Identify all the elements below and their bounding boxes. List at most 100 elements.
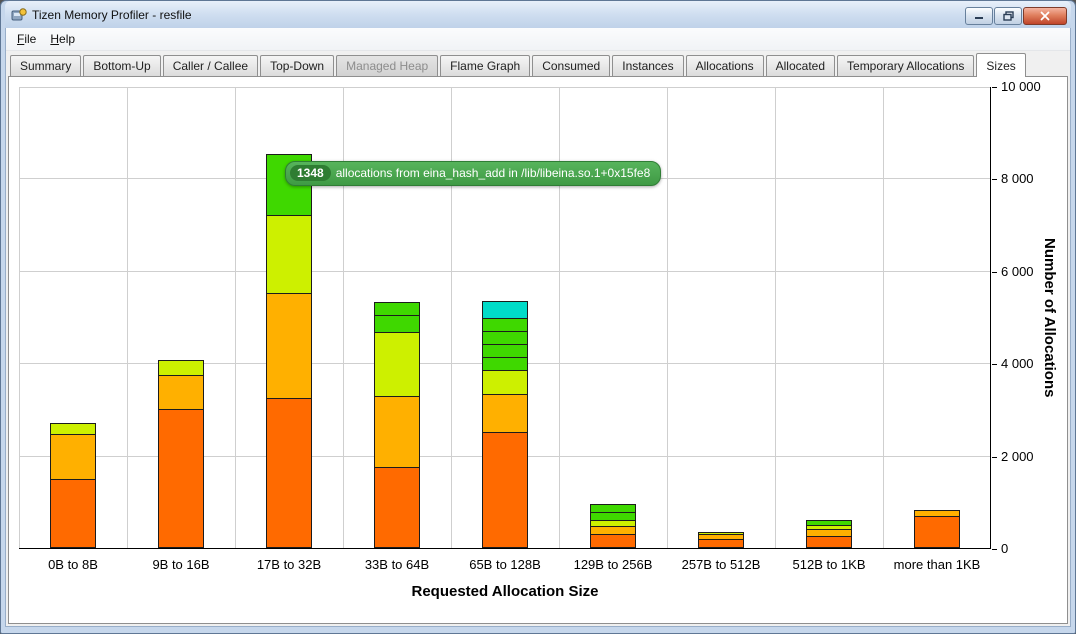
maximize-icon: [1003, 11, 1014, 21]
chart-tooltip: 1348 allocations from eina_hash_add in /…: [285, 161, 661, 186]
bar-segment-orange[interactable]: [50, 479, 96, 548]
bar-segment-yellow_green[interactable]: [266, 215, 312, 294]
y-tick-label: 10 000: [1001, 79, 1041, 94]
v-gridline: [667, 87, 668, 548]
bar-segment-amber[interactable]: [482, 394, 528, 433]
bar-segment-orange[interactable]: [590, 534, 636, 548]
y-tick-mark: [992, 87, 997, 88]
bar-segment-amber[interactable]: [374, 396, 420, 468]
bar-segment-amber[interactable]: [158, 375, 204, 410]
close-button[interactable]: [1023, 7, 1067, 25]
y-tick-label: 6 000: [1001, 264, 1034, 279]
bar-segment-orange[interactable]: [482, 432, 528, 548]
v-gridline: [559, 87, 560, 548]
tab-instances[interactable]: Instances: [612, 55, 683, 76]
bar-512b-to-1kb[interactable]: [806, 520, 852, 548]
y-tick-label: 8 000: [1001, 171, 1034, 186]
tab-sizes[interactable]: Sizes: [976, 53, 1025, 77]
bar-more-than-1kb[interactable]: [914, 510, 960, 548]
bar-segment-amber[interactable]: [50, 434, 96, 480]
y-tick-mark: [992, 457, 997, 458]
x-tick-label: 0B to 8B: [19, 557, 127, 572]
bar-segment-yellow_green[interactable]: [374, 332, 420, 397]
x-tick-label: more than 1KB: [883, 557, 991, 572]
x-tick-label: 512B to 1KB: [775, 557, 883, 572]
app-window: Tizen Memory Profiler - resfile FileHelp…: [0, 0, 1076, 634]
bar-257b-to-512b[interactable]: [698, 532, 744, 548]
bar-segment-green[interactable]: [374, 302, 420, 316]
chart-area: Requested Allocation Size Number of Allo…: [9, 77, 1067, 623]
h-gridline: [19, 87, 990, 88]
client-area: FileHelp SummaryBottom-UpCaller / Callee…: [5, 28, 1071, 627]
bar-segment-green[interactable]: [482, 357, 528, 371]
h-gridline: [19, 271, 990, 272]
x-tick-label: 65B to 128B: [451, 557, 559, 572]
tab-bar: SummaryBottom-UpCaller / CalleeTop-DownM…: [6, 51, 1070, 76]
bar-segment-green[interactable]: [482, 344, 528, 358]
bar-segment-green[interactable]: [482, 331, 528, 345]
y-tick-label: 2 000: [1001, 449, 1034, 464]
tab-allocations[interactable]: Allocations: [686, 55, 764, 76]
x-axis-title: Requested Allocation Size: [19, 583, 991, 600]
titlebar: Tizen Memory Profiler - resfile: [5, 1, 1071, 28]
tooltip-count-badge: 1348: [290, 165, 331, 181]
menu-file[interactable]: File: [10, 29, 43, 49]
v-gridline: [883, 87, 884, 548]
y-tick-label: 4 000: [1001, 356, 1034, 371]
bar-segment-orange[interactable]: [698, 539, 744, 548]
x-tick-label: 33B to 64B: [343, 557, 451, 572]
y-tick-label: 0: [1001, 541, 1008, 556]
tab-managed-heap[interactable]: Managed Heap: [336, 55, 438, 76]
bar-segment-yellow_green[interactable]: [482, 370, 528, 395]
bar-segment-orange[interactable]: [266, 398, 312, 548]
bar-65b-to-128b[interactable]: [482, 301, 528, 548]
bar-17b-to-32b[interactable]: [266, 154, 312, 548]
close-icon: [1040, 11, 1050, 21]
bar-9b-to-16b[interactable]: [158, 360, 204, 548]
caption-buttons: [965, 5, 1067, 25]
tab-flame-graph[interactable]: Flame Graph: [440, 55, 530, 76]
minimize-icon: [974, 11, 984, 20]
bar-segment-amber[interactable]: [266, 293, 312, 399]
v-gridline: [235, 87, 236, 548]
v-gridline: [775, 87, 776, 548]
menu-help[interactable]: Help: [43, 29, 82, 49]
tab-temporary-allocations[interactable]: Temporary Allocations: [837, 55, 974, 76]
y-tick-mark: [992, 272, 997, 273]
window-title: Tizen Memory Profiler - resfile: [32, 8, 965, 22]
tab-consumed[interactable]: Consumed: [532, 55, 610, 76]
tab-page-sizes: Requested Allocation Size Number of Allo…: [8, 76, 1068, 624]
menubar: FileHelp: [6, 28, 1070, 51]
tab-caller-callee[interactable]: Caller / Callee: [163, 55, 258, 76]
bar-segment-orange[interactable]: [158, 409, 204, 548]
bar-segment-orange[interactable]: [914, 516, 960, 548]
bar-0b-to-8b[interactable]: [50, 423, 96, 548]
app-icon: [11, 7, 27, 23]
bar-segment-green[interactable]: [482, 318, 528, 332]
x-tick-label: 17B to 32B: [235, 557, 343, 572]
v-gridline: [127, 87, 128, 548]
x-tick-label: 129B to 256B: [559, 557, 667, 572]
bar-segment-cyan[interactable]: [482, 301, 528, 319]
tab-summary[interactable]: Summary: [10, 55, 81, 76]
tab-top-down[interactable]: Top-Down: [260, 55, 334, 76]
bar-segment-orange[interactable]: [374, 467, 420, 548]
bar-129b-to-256b[interactable]: [590, 504, 636, 548]
maximize-button[interactable]: [994, 7, 1022, 25]
tab-allocated[interactable]: Allocated: [766, 55, 835, 76]
y-axis-title: Number of Allocations: [1041, 87, 1058, 549]
y-tick-mark: [992, 364, 997, 365]
v-gridline: [19, 87, 20, 548]
bar-segment-green[interactable]: [374, 315, 420, 333]
v-gridline: [451, 87, 452, 548]
x-tick-label: 257B to 512B: [667, 557, 775, 572]
bar-segment-yellow_green[interactable]: [158, 360, 204, 376]
minimize-button[interactable]: [965, 7, 993, 25]
bar-33b-to-64b[interactable]: [374, 302, 420, 548]
plot-area: [19, 87, 991, 549]
tab-bottom-up[interactable]: Bottom-Up: [83, 55, 160, 76]
bar-segment-orange[interactable]: [806, 536, 852, 548]
v-gridline: [343, 87, 344, 548]
tooltip-text: allocations from eina_hash_add in /lib/l…: [336, 166, 651, 180]
y-tick-mark: [992, 179, 997, 180]
